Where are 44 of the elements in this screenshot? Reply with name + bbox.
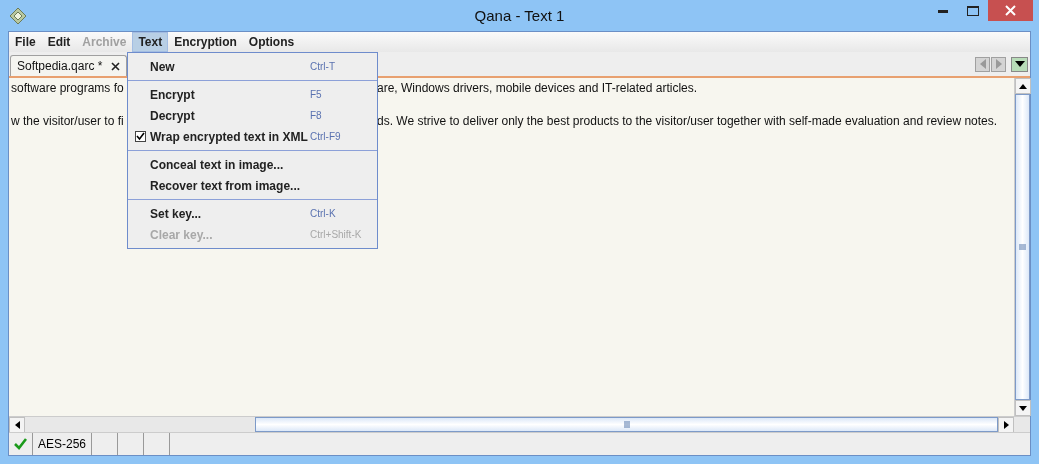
- menu-item[interactable]: Recover text from image...: [128, 175, 377, 196]
- down-arrow-icon: [1019, 405, 1027, 411]
- menu-bar-item[interactable]: Edit: [41, 32, 77, 52]
- menu-bar-item[interactable]: Encryption: [168, 32, 243, 52]
- scroll-up-button[interactable]: [1015, 78, 1031, 94]
- grip-icon: [623, 421, 630, 428]
- minimize-icon: [938, 8, 948, 13]
- menu-item[interactable]: Decrypt F8: [128, 105, 377, 126]
- menu-bar-item[interactable]: Text: [132, 32, 169, 52]
- menu-item[interactable]: Wrap encrypted text in XML Ctrl-F9: [128, 126, 377, 147]
- up-arrow-icon: [1019, 83, 1027, 89]
- right-arrow-icon: [995, 59, 1002, 69]
- menu-item[interactable]: Set key... Ctrl-K: [128, 203, 377, 224]
- document-tab[interactable]: Softpedia.qarc *: [10, 55, 128, 76]
- menu-bar-item[interactable]: File: [9, 32, 42, 52]
- close-button[interactable]: [988, 0, 1033, 21]
- maximize-icon: [967, 5, 979, 16]
- editor-text: software programs fo: [11, 81, 124, 95]
- scroll-left-button[interactable]: [9, 417, 25, 433]
- scrollbar-thumb[interactable]: [255, 417, 998, 432]
- window-title: Qana - Text 1: [474, 7, 565, 24]
- close-icon[interactable]: [111, 61, 121, 71]
- left-arrow-icon: [979, 59, 986, 69]
- scroll-right-button[interactable]: [998, 417, 1014, 433]
- down-arrow-icon: [1014, 61, 1025, 67]
- menu-item[interactable]: New Ctrl-T: [128, 56, 377, 77]
- scroll-down-button[interactable]: [1015, 400, 1031, 416]
- editor-text: are, Windows drivers, mobile devices and IT-related articles.: [377, 81, 698, 95]
- editor-text: ds. We strive to deliver only the best products to the visitor/user together with self-made evaluation and review notes.: [377, 114, 998, 128]
- app-logo-icon: [9, 6, 27, 25]
- horizontal-scrollbar[interactable]: [9, 416, 1030, 432]
- checkbox-icon[interactable]: [134, 131, 146, 142]
- right-arrow-icon: [1003, 421, 1009, 429]
- close-icon: [1005, 5, 1016, 16]
- scrollbar-thumb[interactable]: [1015, 94, 1030, 400]
- vertical-scrollbar[interactable]: [1014, 78, 1030, 416]
- encryption-algorithm: AES-256: [38, 437, 87, 451]
- menu-item[interactable]: Conceal text in image...: [128, 154, 377, 175]
- tab-list-button[interactable]: [1011, 56, 1028, 72]
- left-arrow-icon: [14, 421, 20, 429]
- menu-bar-item[interactable]: Options: [242, 32, 301, 52]
- editor-text: w the visitor/user to fi: [11, 114, 124, 128]
- menu-item[interactable]: Encrypt F5: [128, 84, 377, 105]
- grip-icon: [1019, 244, 1026, 250]
